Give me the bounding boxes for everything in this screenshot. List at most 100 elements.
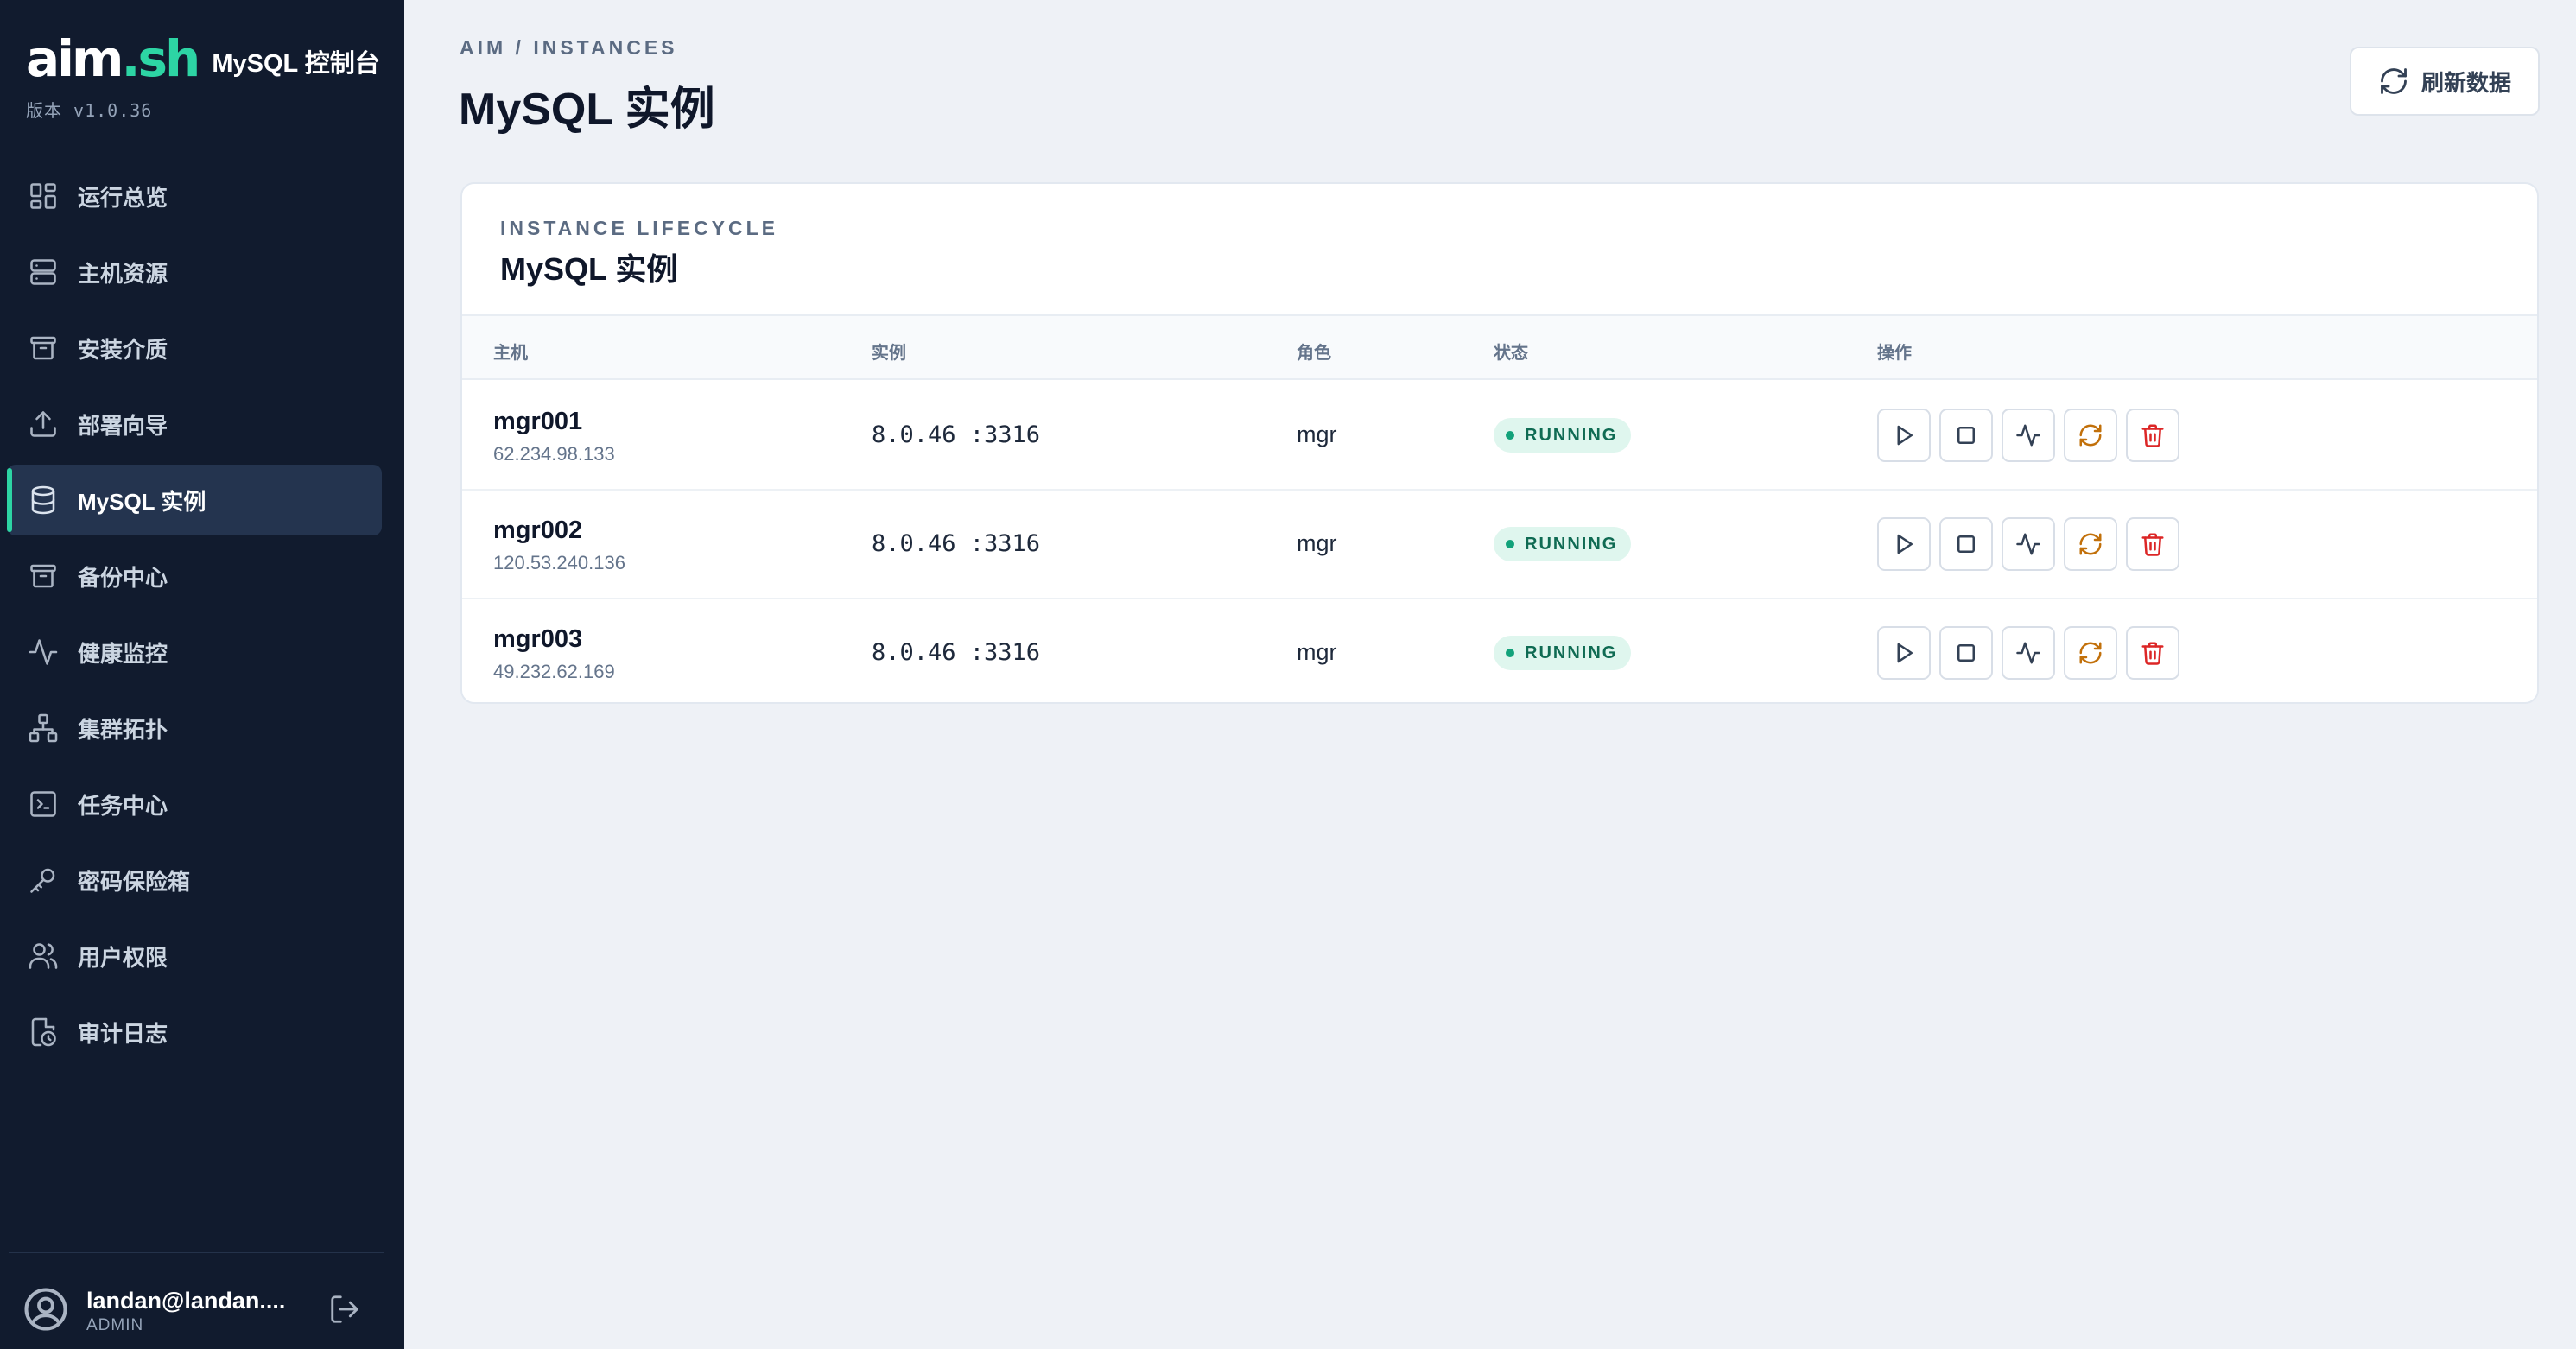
table-row: mgr003 49.232.62.169 8.0.46 :3316 mgr RU… — [462, 599, 2537, 702]
status-text: RUNNING — [1525, 425, 1618, 445]
sidebar-item-label: 任务中心 — [78, 792, 168, 819]
sidebar-item-users[interactable]: 用户权限 — [7, 921, 382, 991]
brand-logo: aim.sh — [26, 33, 200, 85]
health-check-icon — [2016, 424, 2040, 446]
delete-button[interactable] — [2126, 517, 2179, 571]
sidebar-item-label: 健康监控 — [78, 640, 168, 667]
table-header: 主机 实例 角色 状态 操作 — [462, 314, 2537, 380]
start-icon — [1897, 534, 1913, 554]
status-dot — [1506, 540, 1514, 548]
restart-icon — [2079, 533, 2102, 555]
table-row: mgr002 120.53.240.136 8.0.46 :3316 mgr R… — [462, 491, 2537, 599]
avatar-icon[interactable] — [22, 1286, 69, 1337]
restart-button[interactable] — [2064, 408, 2117, 462]
sidebar-item-label: 安装介质 — [78, 336, 168, 363]
logo-main: aim — [26, 29, 124, 88]
restart-button[interactable] — [2064, 626, 2117, 680]
stop-icon — [1957, 535, 1975, 553]
refresh-button[interactable]: 刷新数据 — [2350, 47, 2540, 116]
host-name: mgr003 — [493, 625, 583, 653]
host-name: mgr001 — [493, 408, 583, 435]
breadcrumb: AIM / INSTANCES — [460, 36, 678, 59]
sidebar-item-label: 密码保险箱 — [78, 868, 191, 895]
stop-button[interactable] — [1939, 517, 1993, 571]
column-header-status: 状态 — [1494, 344, 1528, 363]
sidebar-item-label: 运行总览 — [78, 184, 168, 211]
row-actions — [1877, 517, 2188, 571]
instance-role: mgr — [1297, 421, 1337, 447]
column-header-instance: 实例 — [872, 344, 906, 363]
host-ip: 49.232.62.169 — [493, 661, 615, 682]
sidebar-item-label: MySQL 实例 — [78, 488, 206, 515]
logout-icon[interactable] — [328, 1293, 361, 1330]
pulse-icon — [26, 635, 60, 669]
start-icon — [1897, 425, 1913, 446]
restart-icon — [2079, 642, 2102, 664]
host-name: mgr002 — [493, 516, 583, 544]
sidebar-item-label: 审计日志 — [78, 1020, 168, 1047]
upload-tray-icon — [26, 407, 60, 441]
row-actions — [1877, 408, 2188, 462]
start-button[interactable] — [1877, 517, 1931, 571]
network-tree-icon — [26, 711, 60, 745]
stop-button[interactable] — [1939, 408, 1993, 462]
restart-icon — [2079, 424, 2102, 446]
delete-button[interactable] — [2126, 626, 2179, 680]
sidebar-item-label: 主机资源 — [78, 260, 168, 287]
delete-icon — [2141, 642, 2164, 665]
sidebar-item-hosts[interactable]: 主机资源 — [7, 237, 382, 307]
users-icon — [26, 939, 60, 973]
database-icon — [26, 483, 60, 517]
host-cell: mgr002 120.53.240.136 — [493, 516, 625, 574]
status-dot — [1506, 431, 1514, 440]
health-check-button[interactable] — [2002, 408, 2055, 462]
stop-icon — [1957, 427, 1975, 444]
sidebar-item-backup[interactable]: 备份中心 — [7, 541, 382, 611]
user-info: landan@landan.... ADMIN — [86, 1288, 302, 1335]
sidebar-item-deploy[interactable]: 部署向导 — [7, 389, 382, 459]
instance-version-port: 8.0.46 :3316 — [872, 639, 1041, 666]
user-profile: landan@landan.... ADMIN — [22, 1285, 385, 1337]
archive-box-icon — [26, 559, 60, 593]
sidebar-item-topology[interactable]: 集群拓扑 — [7, 693, 382, 763]
restart-button[interactable] — [2064, 517, 2117, 571]
delete-icon — [2141, 533, 2164, 556]
app-version: 版本 v1.0.36 — [26, 100, 153, 121]
sidebar-item-health[interactable]: 健康监控 — [7, 617, 382, 687]
instances-card: INSTANCE LIFECYCLE MySQL 实例 主机 实例 角色 状态 … — [460, 182, 2539, 704]
instance-version-port: 8.0.46 :3316 — [872, 421, 1041, 448]
column-header-host: 主机 — [493, 344, 528, 363]
logo-suffix: sh — [137, 29, 201, 88]
sidebar-item-mysql-instances[interactable]: MySQL 实例 — [7, 465, 382, 535]
host-ip: 62.234.98.133 — [493, 443, 615, 465]
start-button[interactable] — [1877, 408, 1931, 462]
column-header-actions: 操作 — [1877, 344, 1912, 363]
health-check-icon — [2016, 642, 2040, 664]
sidebar-divider — [9, 1252, 384, 1253]
start-button[interactable] — [1877, 626, 1931, 680]
sidebar-item-tasks[interactable]: 任务中心 — [7, 769, 382, 839]
archive-box-icon — [26, 331, 60, 365]
delete-icon — [2141, 424, 2164, 447]
sidebar-nav: 运行总览 主机资源 安装介质 部署向导 MySQL 实例 备份中心 健康监控 集… — [7, 161, 382, 1073]
host-ip: 120.53.240.136 — [493, 552, 625, 573]
delete-button[interactable] — [2126, 408, 2179, 462]
refresh-icon — [2381, 68, 2407, 94]
card-kicker: INSTANCE LIFECYCLE — [500, 217, 779, 239]
health-check-button[interactable] — [2002, 626, 2055, 680]
column-header-role: 角色 — [1297, 344, 1331, 363]
sidebar-item-overview[interactable]: 运行总览 — [7, 161, 382, 231]
sidebar-item-audit[interactable]: 审计日志 — [7, 997, 382, 1067]
stop-button[interactable] — [1939, 626, 1993, 680]
sidebar-item-label: 集群拓扑 — [78, 716, 168, 743]
sidebar-item-media[interactable]: 安装介质 — [7, 313, 382, 383]
sidebar-item-vault[interactable]: 密码保险箱 — [7, 845, 382, 915]
status-text: RUNNING — [1525, 643, 1618, 662]
file-clock-icon — [26, 1015, 60, 1049]
brand: aim.sh MySQL 控制台 — [26, 33, 380, 85]
health-check-icon — [2016, 533, 2040, 555]
health-check-button[interactable] — [2002, 517, 2055, 571]
host-cell: mgr001 62.234.98.133 — [493, 408, 615, 466]
sidebar-item-label: 用户权限 — [78, 944, 168, 971]
dashboard-grid-icon — [26, 179, 60, 213]
